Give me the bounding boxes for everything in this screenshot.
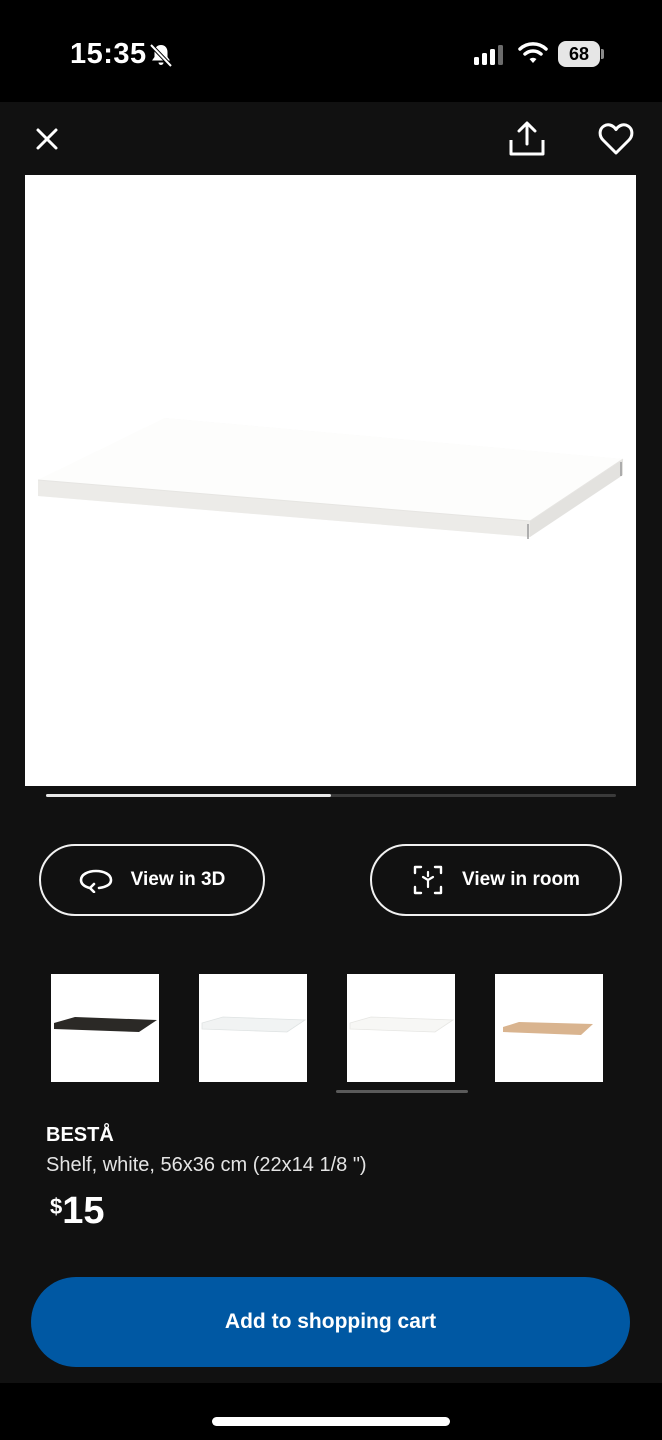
bell-slash-icon (149, 43, 173, 68)
product-name: BESTÅ (46, 1124, 114, 1146)
glass-shelf-thumbnail (201, 1016, 307, 1033)
view-in-3d-button[interactable]: View in 3D (39, 844, 265, 916)
shelf-illustration (37, 418, 624, 539)
price-currency: $ (50, 1194, 63, 1219)
ar-cube-icon (413, 865, 443, 895)
view-in-room-label: View in room (462, 869, 580, 890)
carousel-progress (46, 794, 616, 797)
signal-icon (474, 45, 503, 65)
variant-swatch-glass[interactable] (199, 974, 307, 1082)
product-description: Shelf, white, 56x36 cm (22x14 1/8 ") (46, 1154, 367, 1176)
variant-swatch-white[interactable] (347, 974, 455, 1082)
carousel-progress-fill (46, 794, 331, 797)
add-to-cart-label: Add to shopping cart (224, 1310, 437, 1333)
add-to-cart-button[interactable]: Add to shopping cart (31, 1277, 630, 1367)
black-brown-shelf-thumbnail (54, 1017, 157, 1032)
status-bar: 15:35 68 (0, 0, 662, 102)
share-icon[interactable] (506, 118, 548, 160)
home-indicator[interactable] (212, 1417, 450, 1426)
price-amount: 15 (62, 1190, 105, 1232)
battery-icon: 68 (558, 41, 604, 67)
view-in-room-button[interactable]: View in room (370, 844, 622, 916)
product-detail-sheet: View in 3D View in room BESTÅ Shelf, whi… (0, 102, 662, 1383)
oak-shelf-thumbnail (503, 1022, 593, 1035)
view-in-3d-label: View in 3D (130, 869, 226, 890)
variant-swatch-black-brown[interactable] (51, 974, 159, 1082)
product-image[interactable] (25, 175, 636, 786)
battery-level: 68 (568, 44, 590, 64)
status-time: 15:35 (70, 38, 147, 70)
white-shelf-thumbnail (349, 1016, 455, 1033)
variant-swatch-white-stained-oak[interactable] (495, 974, 603, 1082)
rotate-3d-icon (79, 869, 112, 893)
product-price: $ 15 (50, 1190, 105, 1233)
selected-variant-indicator (336, 1090, 468, 1093)
heart-icon[interactable] (597, 120, 635, 158)
wifi-icon (518, 42, 548, 63)
close-icon[interactable] (30, 122, 64, 156)
